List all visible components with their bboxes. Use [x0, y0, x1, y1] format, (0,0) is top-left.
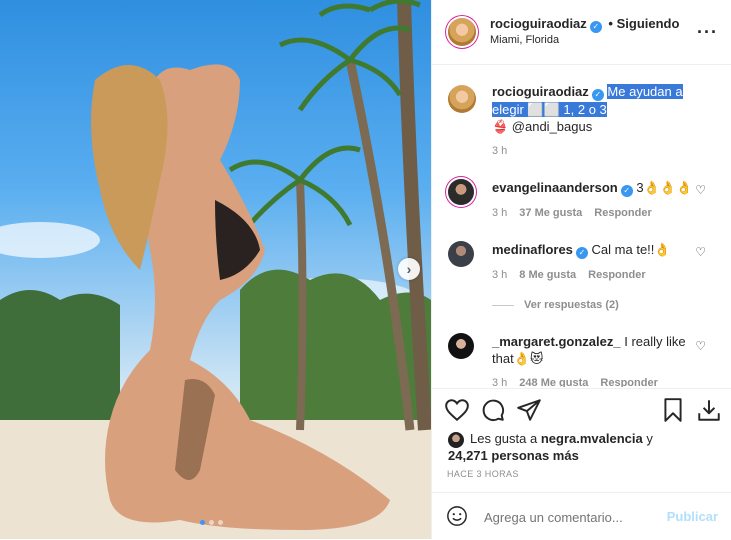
comment-time[interactable]: 3 h: [492, 377, 507, 387]
reply-button[interactable]: Responder: [588, 269, 645, 281]
likes-connector: y: [642, 431, 653, 446]
verified-icon: ✓: [620, 185, 633, 197]
location-link[interactable]: Miami, Florida: [490, 34, 559, 46]
comment-body: 3👌👌👌: [636, 180, 693, 195]
caption-rest: 👙 @andi_bagus: [492, 119, 593, 134]
comment-meta: 3 h 8 Me gusta Responder: [492, 269, 646, 281]
verified-icon: ✓: [589, 21, 602, 33]
comment-meta: 3 h 37 Me gusta Responder: [492, 207, 652, 219]
comment-avatar[interactable]: [448, 179, 474, 205]
comment-time[interactable]: 3 h: [492, 207, 507, 219]
instagram-post-modal: › rocioguiraodiaz ✓ • Siguiendo Miami, Fl…: [0, 0, 731, 539]
next-image-button[interactable]: ›: [398, 258, 420, 280]
comment-input[interactable]: [482, 509, 666, 526]
verified-icon: ✓: [575, 247, 588, 259]
emoji-icon[interactable]: [446, 505, 468, 527]
chevron-right-icon: ›: [406, 261, 412, 277]
comment-meta: 3 h 248 Me gusta Responder: [492, 377, 658, 387]
caption-text: rocioguiraodiaz ✓ Me ayudan a elegir ⬜⬜ 1…: [492, 83, 702, 135]
post-side-panel: rocioguiraodiaz ✓ • Siguiendo Miami, Flor…: [431, 0, 731, 539]
action-bar: [432, 388, 731, 429]
replies-divider: [492, 304, 514, 306]
share-icon[interactable]: [516, 397, 542, 423]
post-header: rocioguiraodiaz ✓ • Siguiendo Miami, Flor…: [432, 0, 731, 65]
view-replies-label: Ver respuestas (2): [524, 299, 619, 311]
liker-username[interactable]: negra.mvalencia: [541, 431, 643, 446]
caption-avatar[interactable]: [448, 85, 476, 113]
comment-username[interactable]: _margaret.gonzalez_: [492, 334, 621, 349]
download-icon[interactable]: [696, 397, 722, 423]
post-photo[interactable]: ›: [0, 0, 431, 539]
comment-likes[interactable]: 8 Me gusta: [519, 269, 576, 281]
view-replies-button[interactable]: Ver respuestas (2): [492, 299, 619, 311]
comment-body: Cal ma te!!👌: [591, 242, 671, 257]
caption-username[interactable]: rocioguiraodiaz: [492, 84, 589, 99]
comment-username[interactable]: medinaflores: [492, 242, 573, 257]
separator-dot: •: [608, 16, 613, 31]
comment-likes[interactable]: 37 Me gusta: [519, 207, 582, 219]
bookmark-icon[interactable]: [660, 397, 686, 423]
reply-button[interactable]: Responder: [600, 377, 657, 387]
comments-list[interactable]: rocioguiraodiaz ✓ Me ayudan a elegir ⬜⬜ 1…: [432, 65, 731, 387]
caption-time[interactable]: 3 h: [492, 145, 507, 157]
comment-likes[interactable]: 248 Me gusta: [519, 377, 588, 387]
carousel-indicator: [200, 520, 223, 525]
likes-count[interactable]: 24,271 personas más: [448, 448, 579, 463]
more-options-icon[interactable]: ···: [697, 22, 718, 43]
comment-text: medinaflores ✓ Cal ma te!!👌: [492, 241, 702, 259]
likes-prefix: Les gusta a: [470, 431, 541, 446]
post-timestamp[interactable]: HACE 3 HORAS: [447, 469, 519, 479]
author-avatar[interactable]: [448, 18, 476, 46]
comment-text: evangelinaanderson ✓ 3👌👌👌: [492, 179, 702, 197]
likes-summary: Les gusta a negra.mvalencia y 24,271 per…: [448, 430, 718, 464]
photo-illustration: [0, 0, 431, 539]
author-username[interactable]: rocioguiraodiaz: [490, 16, 587, 31]
carousel-dot: [209, 520, 214, 525]
reply-button[interactable]: Responder: [594, 207, 651, 219]
comment-icon[interactable]: [480, 397, 506, 423]
following-button[interactable]: Siguiendo: [617, 16, 680, 31]
author-line: rocioguiraodiaz ✓ • Siguiendo: [490, 16, 679, 33]
carousel-dot: [200, 520, 205, 525]
heart-icon[interactable]: ♡: [695, 183, 706, 197]
heart-icon[interactable]: ♡: [695, 339, 706, 353]
publish-button[interactable]: Publicar: [667, 509, 718, 524]
heart-icon[interactable]: ♡: [695, 245, 706, 259]
comment-avatar[interactable]: [448, 333, 474, 359]
verified-icon: ✓: [591, 89, 604, 101]
add-comment-bar: Publicar: [432, 492, 731, 540]
comment-time[interactable]: 3 h: [492, 269, 507, 281]
comment-text: _margaret.gonzalez_ I really like that👌😻: [492, 333, 702, 367]
heart-icon[interactable]: [444, 397, 470, 423]
carousel-dot: [218, 520, 223, 525]
comment-username[interactable]: evangelinaanderson: [492, 180, 618, 195]
comment-avatar[interactable]: [448, 241, 474, 267]
caption-meta: 3 h: [492, 145, 507, 157]
